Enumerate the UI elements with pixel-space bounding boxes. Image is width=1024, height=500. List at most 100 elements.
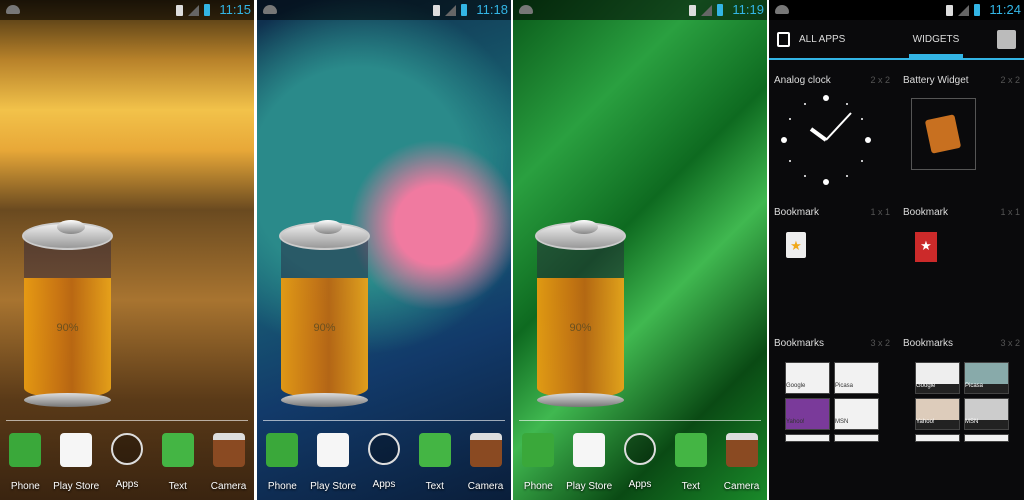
home-screen-1: 11:15 90% Phone Play Store Apps Text Camera: [0, 0, 254, 500]
bookmark-thumb: [834, 434, 879, 442]
analog-clock-widget-preview[interactable]: [781, 95, 871, 185]
battery-status-icon: [717, 4, 723, 16]
battery-body: 90%: [281, 236, 368, 398]
clock-time: 11:18: [476, 2, 508, 17]
signal-icon: [188, 4, 199, 16]
clock-time: 11:15: [219, 2, 251, 17]
dock-label: Play Store: [566, 481, 613, 492]
phone-icon: [266, 433, 299, 467]
tab-indicator: [909, 54, 963, 58]
bookmark-thumb: [964, 434, 1009, 442]
dock-phone[interactable]: Phone: [513, 433, 563, 492]
signal-icon: [701, 4, 712, 16]
sim-icon: [689, 4, 696, 16]
bookmarks-widget-preview[interactable]: Google Picasa Yahoo! MSN: [915, 362, 1009, 442]
camera-icon: [212, 433, 245, 467]
widget-name: Bookmarks: [774, 338, 825, 349]
battery-status-icon: [461, 4, 467, 16]
drawer-tabs: ALL APPS WIDGETS: [769, 20, 1024, 60]
play-store-icon[interactable]: [997, 30, 1016, 49]
dock-divider: [519, 420, 761, 421]
camera-icon: [469, 433, 502, 467]
dock-apps[interactable]: Apps: [102, 433, 152, 492]
dock-play-store[interactable]: Play Store: [51, 433, 101, 492]
dock-apps[interactable]: Apps: [615, 433, 665, 492]
tab-widgets[interactable]: WIDGETS: [909, 34, 963, 45]
text-icon: [161, 433, 194, 467]
battery-body: 90%: [537, 236, 624, 398]
android-icon: [6, 5, 20, 14]
widget-name: Bookmark: [903, 207, 949, 218]
signal-icon: [445, 4, 456, 16]
battery-status-icon: [974, 4, 980, 16]
dock-label: Apps: [628, 479, 652, 490]
dock-camera[interactable]: Camera: [461, 433, 511, 492]
dock-camera[interactable]: Camera: [204, 433, 254, 492]
dock-phone[interactable]: Phone: [0, 433, 50, 492]
apps-icon: [367, 433, 400, 465]
play-store-icon: [573, 433, 606, 467]
bookmark-thumb: Google: [785, 362, 830, 394]
home-screen-2: 11:18 90% Phone Play Store Apps Text Camera: [257, 0, 511, 500]
dock-apps[interactable]: Apps: [359, 433, 409, 492]
phone-icon: [9, 433, 42, 467]
battery-terminal: [570, 220, 598, 234]
widget-size: 3 x 2: [1000, 338, 1020, 348]
dock: Phone Play Store Apps Text Camera: [257, 433, 511, 492]
dock-divider: [6, 420, 248, 421]
dock-play-store[interactable]: Play Store: [564, 433, 614, 492]
battery-widget-preview[interactable]: [911, 98, 976, 170]
all-apps-icon[interactable]: [777, 32, 790, 47]
bookmark-thumb: Yahoo!: [915, 398, 960, 430]
sim-icon: [946, 4, 953, 16]
widget-size: 2 x 2: [1000, 75, 1020, 85]
battery-terminal: [57, 220, 85, 234]
widget-name: Bookmark: [774, 207, 820, 218]
phone-icon: [522, 433, 555, 467]
apps-icon: [110, 433, 143, 465]
bookmark-widget-preview[interactable]: ★: [915, 232, 937, 262]
widget-name: Bookmarks: [903, 338, 954, 349]
sim-icon: [433, 4, 440, 16]
dock-phone[interactable]: Phone: [257, 433, 307, 492]
battery-widget[interactable]: 90%: [20, 220, 115, 407]
dock-label: Apps: [372, 479, 396, 490]
bookmark-thumb: Picasa: [834, 362, 879, 394]
dock-text[interactable]: Text: [410, 433, 460, 492]
dock: Phone Play Store Apps Text Camera: [0, 433, 254, 492]
text-icon: [418, 433, 451, 467]
bookmark-thumb: [785, 434, 830, 442]
battery-percent: 90%: [56, 322, 79, 334]
dock-label: Text: [425, 481, 444, 492]
dock-text[interactable]: Text: [666, 433, 716, 492]
text-icon: [674, 433, 707, 467]
widget-size: 1 x 1: [870, 207, 890, 217]
camera-icon: [725, 433, 758, 467]
widgets-drawer: 11:24 ALL APPS WIDGETS Analog clock 2 x …: [769, 0, 1024, 500]
bookmarks-widget-preview[interactable]: Google Picasa Yahoo! MSN: [785, 362, 879, 442]
android-icon: [263, 5, 277, 14]
sim-icon: [176, 4, 183, 16]
battery-widget[interactable]: 90%: [533, 220, 628, 407]
battery-cap: [22, 220, 113, 250]
home-screen-3: 11:19 90% Phone Play Store Apps Text Camera: [513, 0, 767, 500]
battery-cap: [279, 220, 370, 250]
battery-base: [24, 393, 111, 407]
dock-camera[interactable]: Camera: [717, 433, 767, 492]
tab-all-apps[interactable]: ALL APPS: [799, 34, 845, 45]
status-bar: 11:24: [769, 0, 1024, 20]
dock-label: Play Store: [310, 481, 357, 492]
dock-text[interactable]: Text: [153, 433, 203, 492]
apps-icon: [623, 433, 656, 465]
bookmark-widget-preview[interactable]: ★: [786, 232, 806, 258]
dock-play-store[interactable]: Play Store: [308, 433, 358, 492]
battery-widget[interactable]: 90%: [277, 220, 372, 407]
battery-status-icon: [204, 4, 210, 16]
dock-label: Phone: [10, 481, 40, 492]
battery-widget-icon: [924, 114, 962, 154]
dock-label: Camera: [723, 481, 760, 492]
widget-name: Battery Widget: [903, 75, 969, 86]
play-store-icon: [60, 433, 93, 467]
dock-label: Phone: [523, 481, 553, 492]
dock: Phone Play Store Apps Text Camera: [513, 433, 767, 492]
